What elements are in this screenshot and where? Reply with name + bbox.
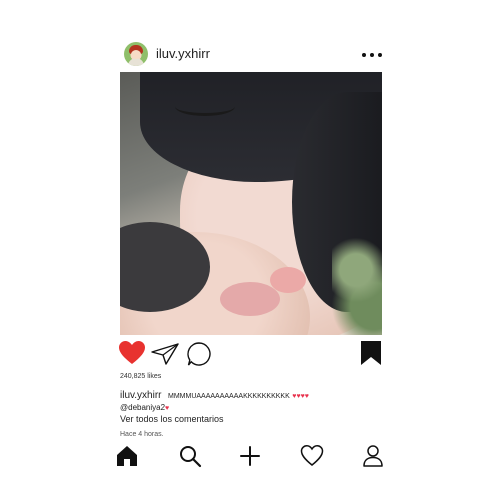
likes-count[interactable]: 240,825 likes (120, 373, 161, 380)
instagram-post-frame: iluv.yxhirr 240,825 likes iluv.yxhirr MM… (0, 0, 500, 500)
caption-text: MMMMUAAAAAAAAAAKKKKKKKKKK (168, 393, 290, 400)
post-photo[interactable] (120, 72, 382, 335)
view-all-comments-link[interactable]: Ver todos los comentarios (120, 414, 224, 424)
bottom-nav (112, 444, 386, 470)
bookmark-icon[interactable] (360, 340, 382, 366)
comment-bubble-icon[interactable] (186, 341, 212, 367)
heart-outline-icon[interactable] (300, 444, 324, 468)
caption-username[interactable]: iluv.yxhirr (120, 390, 161, 401)
post-timestamp: Hace 4 horas. (120, 431, 164, 438)
share-paper-plane-icon[interactable] (151, 342, 179, 366)
post-caption: iluv.yxhirr MMMMUAAAAAAAAAAKKKKKKKKKK ♥♥… (120, 390, 380, 414)
search-icon[interactable] (178, 444, 202, 468)
caption-hearts: ♥♥♥♥ (292, 393, 309, 400)
mention-heart: ♥ (165, 405, 170, 412)
post-header: iluv.yxhirr (120, 40, 384, 70)
plus-icon[interactable] (238, 444, 262, 468)
post-actions (118, 340, 384, 368)
avatar[interactable] (124, 42, 148, 66)
post-username[interactable]: iluv.yxhirr (156, 46, 210, 61)
more-options-icon[interactable] (362, 52, 382, 58)
like-heart-icon[interactable] (118, 340, 146, 366)
caption-mention[interactable]: @debaniya2 (120, 403, 165, 412)
home-icon[interactable] (115, 444, 139, 468)
profile-icon[interactable] (361, 444, 385, 468)
